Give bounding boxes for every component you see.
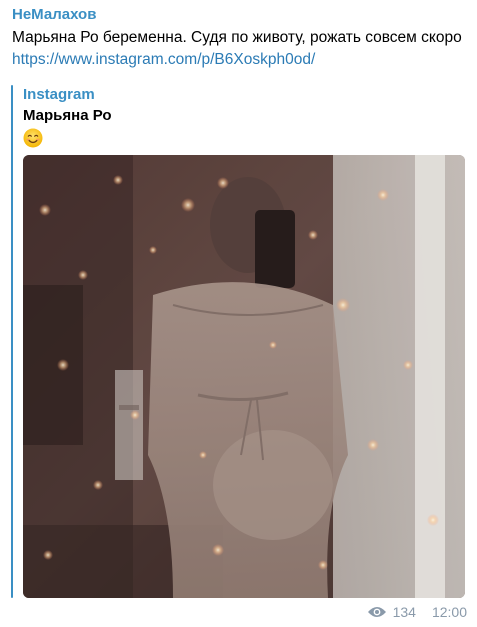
preview-accent-bar — [11, 85, 13, 598]
message-meta: 134 12:00 — [367, 603, 467, 621]
smiling-face-emoji-icon — [23, 128, 43, 148]
preview-title: Марьяна Ро — [23, 107, 112, 124]
message-link[interactable]: https://www.instagram.com/p/B6Xoskph0od/ — [12, 51, 315, 68]
preview-site-name: Instagram — [23, 86, 95, 103]
link-preview[interactable]: Instagram Марьяна Ро — [11, 82, 466, 598]
message-text: Марьяна Ро беременна. Судя по животу, ро… — [12, 27, 467, 71]
channel-message: НеМалахов Марьяна Ро беременна. Судя по … — [0, 0, 477, 627]
view-count: 134 — [392, 604, 416, 620]
sender-name[interactable]: НеМалахов — [12, 6, 96, 23]
message-body: Марьяна Ро беременна. Судя по животу, ро… — [12, 29, 462, 46]
mirror-selfie-image — [23, 155, 465, 598]
preview-photo[interactable] — [23, 155, 465, 598]
eye-icon — [367, 607, 386, 617]
message-time: 12:00 — [431, 604, 467, 620]
